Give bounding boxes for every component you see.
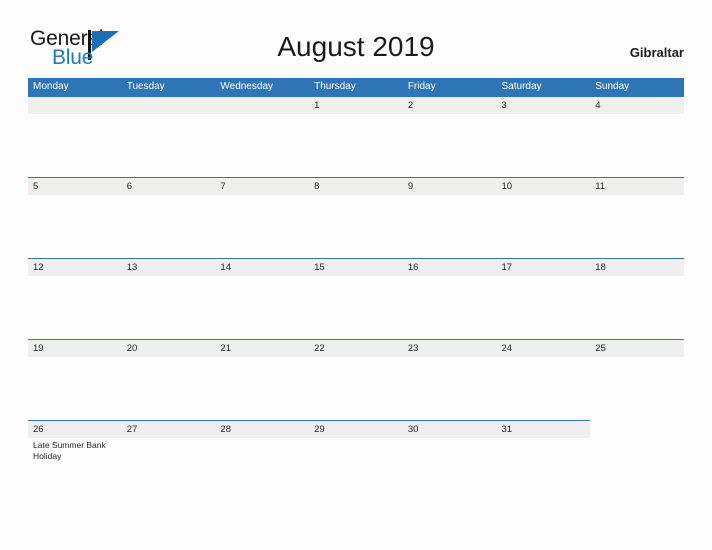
day-number: 26	[33, 424, 44, 435]
day-number: 5	[33, 181, 39, 192]
day-cell[interactable]: 8	[309, 177, 403, 258]
weekday-header-wednesday: Wednesday	[220, 81, 274, 92]
day-number: 2	[407, 100, 414, 111]
day-cell[interactable]: 9	[403, 177, 497, 258]
day-cell[interactable]: 10	[497, 177, 591, 258]
day-number: 27	[126, 424, 138, 435]
day-cell[interactable]: 3	[497, 96, 591, 177]
day-cell[interactable]: 24	[497, 339, 591, 420]
week-cells: 1 2 3 4	[28, 96, 684, 177]
day-cell[interactable]: 6	[122, 177, 216, 258]
day-number: 7	[220, 181, 226, 192]
day-cell-empty	[28, 96, 122, 177]
day-cell[interactable]: 21	[215, 339, 309, 420]
day-number: 31	[501, 424, 513, 435]
day-number: 8	[314, 181, 320, 192]
day-cell[interactable]: 12	[28, 258, 122, 339]
weekday-header-sunday: Sunday	[595, 81, 630, 92]
day-number: 9	[407, 181, 414, 192]
day-number: 21	[220, 343, 231, 354]
day-number: 28	[220, 424, 231, 435]
day-number: 10	[501, 181, 513, 192]
day-cell-empty	[215, 96, 309, 177]
day-cell[interactable]: 16	[403, 258, 497, 339]
day-cell[interactable]: 13	[122, 258, 216, 339]
day-cell[interactable]: 15	[309, 258, 403, 339]
weekday-header-tuesday: Tuesday	[126, 81, 165, 92]
day-cell[interactable]: 1	[309, 96, 403, 177]
day-cell[interactable]: 27	[122, 420, 216, 501]
day-cell[interactable]: 18	[590, 258, 684, 339]
calendar-weeks: 1 2 3 4 5 6 7 8 9 10 11 12 13 14 15 16 17 18 19 20 21 22 23 24 2…	[28, 96, 684, 501]
page-title: August 2019	[277, 31, 435, 62]
day-cell[interactable]: 26 Late Summer Bank Holiday	[28, 420, 122, 501]
day-cell[interactable]: 19	[28, 339, 122, 420]
day-number: 24	[501, 343, 513, 354]
day-number: 3	[501, 100, 507, 111]
weekday-header-row: Monday Tuesday Wednesday Thursday Friday…	[28, 78, 684, 96]
day-number: 16	[407, 262, 419, 273]
week-cells: 26 Late Summer Bank Holiday 27 28 29 30 31	[28, 420, 684, 501]
calendar-grid: Monday Tuesday Wednesday Thursday Friday…	[28, 78, 684, 501]
day-number: 18	[595, 262, 606, 273]
day-cell[interactable]: 2	[403, 96, 497, 177]
day-cell[interactable]: 11	[590, 177, 684, 258]
day-cell[interactable]: 25	[590, 339, 684, 420]
day-number: 20	[126, 343, 138, 354]
day-number: 29	[314, 424, 325, 435]
locale-label: Gibraltar	[629, 45, 684, 60]
day-number: 12	[33, 262, 44, 273]
calendar-week-row: 1 2 3 4	[28, 96, 684, 177]
day-number: 25	[595, 343, 606, 354]
day-cell[interactable]: 22	[309, 339, 403, 420]
day-number: 30	[407, 424, 419, 435]
day-cell-empty	[122, 96, 216, 177]
week-cells: 19 20 21 22 23 24 25	[28, 339, 684, 420]
day-cell[interactable]: 31	[497, 420, 591, 501]
day-number: 14	[220, 262, 231, 273]
day-cell[interactable]: 23	[403, 339, 497, 420]
calendar-week-row: 26 Late Summer Bank Holiday 27 28 29 30 31	[28, 420, 684, 501]
day-cell-empty	[590, 420, 684, 501]
day-number: 19	[33, 343, 44, 354]
day-cell[interactable]: 20	[122, 339, 216, 420]
day-number: 23	[407, 343, 419, 354]
week-cells: 12 13 14 15 16 17 18	[28, 258, 684, 339]
day-events: Late Summer Bank Holiday	[33, 438, 122, 462]
day-number: 17	[501, 262, 513, 273]
week-cells: 5 6 7 8 9 10 11	[28, 177, 684, 258]
page-header: General Blue August 2019 Gibraltar	[0, 0, 712, 78]
day-cell[interactable]: 5	[28, 177, 122, 258]
day-cell[interactable]: 29	[309, 420, 403, 501]
day-number: 15	[314, 262, 325, 273]
calendar-week-row: 19 20 21 22 23 24 25	[28, 339, 684, 420]
day-number: 6	[126, 181, 132, 192]
weekday-header-thursday: Thursday	[314, 81, 356, 92]
day-number: 22	[314, 343, 325, 354]
day-cell[interactable]: 28	[215, 420, 309, 501]
day-number: 4	[595, 100, 601, 111]
day-number: 1	[314, 100, 320, 111]
holiday-label: Late Summer Bank Holiday	[33, 440, 106, 461]
day-number: 13	[126, 262, 138, 273]
day-cell[interactable]: 4	[590, 96, 684, 177]
day-cell[interactable]: 7	[215, 177, 309, 258]
weekday-header-saturday: Saturday	[501, 81, 542, 92]
day-cell[interactable]: 30	[403, 420, 497, 501]
calendar-week-row: 12 13 14 15 16 17 18	[28, 258, 684, 339]
day-number: 11	[595, 181, 606, 192]
calendar-week-row: 5 6 7 8 9 10 11	[28, 177, 684, 258]
day-cell[interactable]: 17	[497, 258, 591, 339]
weekday-header-friday: Friday	[407, 81, 436, 92]
weekday-header-monday: Monday	[33, 81, 69, 92]
day-cell[interactable]: 14	[215, 258, 309, 339]
